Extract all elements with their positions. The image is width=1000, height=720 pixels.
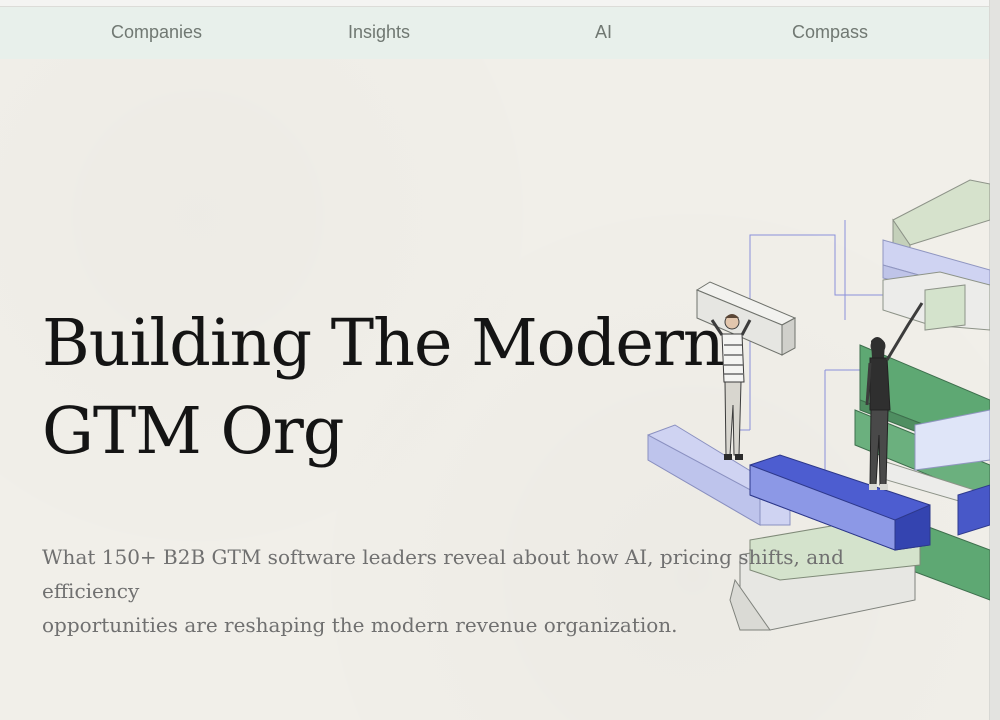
- hero-title: Building The Modern GTM Org: [42, 300, 762, 476]
- nav-item-companies[interactable]: Companies: [111, 7, 202, 59]
- hero-subtitle: What 150+ B2B GTM software leaders revea…: [42, 540, 922, 642]
- nav-item-compass[interactable]: Compass: [792, 7, 868, 59]
- hero-subtitle-line-1: What 150+ B2B GTM software leaders revea…: [42, 545, 844, 603]
- top-navigation: Companies Insights AI Compass: [0, 7, 990, 59]
- browser-top-edge: [0, 0, 990, 7]
- nav-item-ai[interactable]: AI: [595, 7, 612, 59]
- vertical-scrollbar[interactable]: [989, 0, 1000, 720]
- page: Companies Insights AI Compass Building T…: [0, 0, 990, 720]
- hero-title-line-1: Building The Modern: [42, 306, 725, 381]
- hero-title-line-2: GTM Org: [42, 394, 344, 469]
- nav-item-insights[interactable]: Insights: [348, 7, 410, 59]
- hero-subtitle-line-2: opportunities are reshaping the modern r…: [42, 613, 678, 637]
